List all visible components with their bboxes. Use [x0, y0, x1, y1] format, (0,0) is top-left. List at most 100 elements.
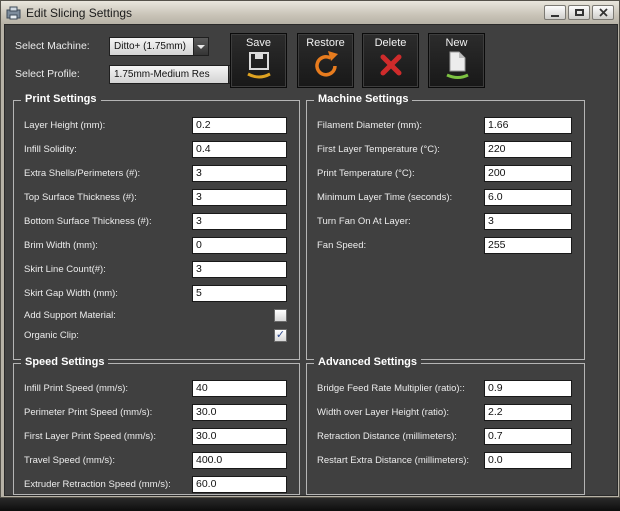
- field-row: Skirt Gap Width (mm):: [14, 281, 299, 305]
- field-label: Layer Height (mm):: [24, 119, 106, 131]
- field-row: Turn Fan On At Layer:: [307, 209, 584, 233]
- field-label: Organic Clip:: [24, 329, 79, 341]
- brim-width-input[interactable]: [192, 236, 287, 254]
- field-row: Minimum Layer Time (seconds):: [307, 185, 584, 209]
- group-title: Machine Settings: [314, 93, 413, 105]
- group-print-settings: Print Settings Layer Height (mm): Infill…: [13, 93, 300, 360]
- restart-extra-distance-input[interactable]: [484, 451, 572, 469]
- field-label: Print Temperature (°C):: [317, 167, 415, 179]
- fan-speed-input[interactable]: [484, 236, 572, 254]
- min-layer-time-input[interactable]: [484, 188, 572, 206]
- organic-clip-checkbox[interactable]: ✓: [274, 328, 287, 342]
- maximize-button[interactable]: [568, 5, 590, 20]
- travel-speed-input[interactable]: [192, 451, 287, 469]
- field-label: Bottom Surface Thickness (#):: [24, 215, 152, 227]
- group-title: Speed Settings: [21, 356, 109, 368]
- field-label: Perimeter Print Speed (mm/s):: [24, 406, 153, 418]
- save-button[interactable]: Save: [230, 33, 287, 88]
- restore-button[interactable]: Restore: [297, 33, 354, 88]
- select-profile-label: Select Profile:: [15, 68, 80, 80]
- machine-dropdown-value: Ditto+ (1.75mm): [114, 41, 186, 52]
- maximize-icon: [574, 9, 584, 16]
- skirt-gap-width-input[interactable]: [192, 284, 287, 302]
- field-label: Travel Speed (mm/s):: [24, 454, 115, 466]
- save-icon: [246, 52, 271, 79]
- minimize-icon: [551, 14, 559, 17]
- profile-dropdown-value: 1.75mm-Medium Res: [114, 69, 210, 80]
- bridge-feed-rate-input[interactable]: [484, 379, 572, 397]
- delete-icon: [380, 54, 401, 76]
- screen: Edit Slicing Settings Select Machine: Di…: [0, 0, 620, 511]
- field-label: Top Surface Thickness (#):: [24, 191, 137, 203]
- field-row: Top Surface Thickness (#):: [14, 185, 299, 209]
- taskbar: [0, 498, 620, 511]
- select-machine-label: Select Machine:: [15, 40, 90, 52]
- top-surface-thickness-input[interactable]: [192, 188, 287, 206]
- retraction-speed-input[interactable]: [192, 475, 287, 493]
- first-layer-speed-input[interactable]: [192, 427, 287, 445]
- skirt-line-count-input[interactable]: [192, 260, 287, 278]
- chevron-down-icon: [193, 38, 208, 55]
- field-row: Print Temperature (°C):: [307, 161, 584, 185]
- field-row: Bottom Surface Thickness (#):: [14, 209, 299, 233]
- field-label: Fan Speed:: [317, 239, 367, 251]
- field-row: Extra Shells/Perimeters (#):: [14, 161, 299, 185]
- perimeter-speed-input[interactable]: [192, 403, 287, 421]
- field-label: Skirt Gap Width (mm):: [24, 287, 118, 299]
- print-temp-input[interactable]: [484, 164, 572, 182]
- field-label: Extra Shells/Perimeters (#):: [24, 167, 141, 179]
- field-row: Travel Speed (mm/s):: [14, 448, 299, 472]
- new-button[interactable]: New: [428, 33, 485, 88]
- restore-icon: [314, 51, 338, 77]
- group-title: Advanced Settings: [314, 356, 422, 368]
- filament-diameter-input[interactable]: [484, 116, 572, 134]
- close-button[interactable]: [592, 5, 614, 20]
- field-row: Add Support Material:: [14, 305, 299, 325]
- delete-button-label: Delete: [374, 37, 407, 49]
- field-row: Skirt Line Count(#):: [14, 257, 299, 281]
- field-label: Infill Print Speed (mm/s):: [24, 382, 128, 394]
- profile-dropdown[interactable]: 1.75mm-Medium Res: [109, 65, 244, 84]
- width-over-layer-height-input[interactable]: [484, 403, 572, 421]
- minimize-button[interactable]: [544, 5, 566, 20]
- window-controls: [542, 5, 614, 20]
- delete-button[interactable]: Delete: [362, 33, 419, 88]
- dialog-body: Select Machine: Ditto+ (1.75mm) Select P…: [4, 24, 618, 496]
- layer-height-input[interactable]: [192, 116, 287, 134]
- bottom-surface-thickness-input[interactable]: [192, 212, 287, 230]
- field-label: Restart Extra Distance (millimeters):: [317, 454, 470, 466]
- field-row: Retraction Distance (millimeters):: [307, 424, 584, 448]
- new-icon: [445, 51, 469, 79]
- extra-shells-input[interactable]: [192, 164, 287, 182]
- field-row: First Layer Print Speed (mm/s):: [14, 424, 299, 448]
- field-row: Bridge Feed Rate Multiplier (ratio)::: [307, 376, 584, 400]
- field-label: Retraction Distance (millimeters):: [317, 430, 457, 442]
- window-title: Edit Slicing Settings: [26, 5, 133, 20]
- group-machine-settings: Machine Settings Filament Diameter (mm):…: [306, 93, 585, 360]
- fan-on-layer-input[interactable]: [484, 212, 572, 230]
- field-label: Infill Solidity:: [24, 143, 77, 155]
- field-label: Extruder Retraction Speed (mm/s):: [24, 478, 171, 490]
- field-label: Brim Width (mm):: [24, 239, 98, 251]
- field-row: Extruder Retraction Speed (mm/s):: [14, 472, 299, 496]
- add-support-checkbox[interactable]: [274, 308, 287, 322]
- field-label: First Layer Print Speed (mm/s):: [24, 430, 156, 442]
- retraction-distance-input[interactable]: [484, 427, 572, 445]
- edit-slicing-settings-window: Edit Slicing Settings Select Machine: Di…: [0, 0, 620, 498]
- infill-speed-input[interactable]: [192, 379, 287, 397]
- restore-button-label: Restore: [306, 37, 345, 49]
- field-row: Infill Print Speed (mm/s):: [14, 376, 299, 400]
- save-button-label: Save: [245, 37, 272, 49]
- field-row: Organic Clip: ✓: [14, 325, 299, 345]
- field-label: Skirt Line Count(#):: [24, 263, 106, 275]
- infill-solidity-input[interactable]: [192, 140, 287, 158]
- first-layer-temp-input[interactable]: [484, 140, 572, 158]
- field-row: Infill Solidity:: [14, 137, 299, 161]
- machine-dropdown[interactable]: Ditto+ (1.75mm): [109, 37, 209, 56]
- group-advanced-settings: Advanced Settings Bridge Feed Rate Multi…: [306, 356, 585, 495]
- field-label: Minimum Layer Time (seconds):: [317, 191, 453, 203]
- field-row: First Layer Temperature (°C):: [307, 137, 584, 161]
- field-label: First Layer Temperature (°C):: [317, 143, 440, 155]
- title-bar[interactable]: Edit Slicing Settings: [1, 1, 619, 24]
- field-label: Bridge Feed Rate Multiplier (ratio)::: [317, 382, 465, 394]
